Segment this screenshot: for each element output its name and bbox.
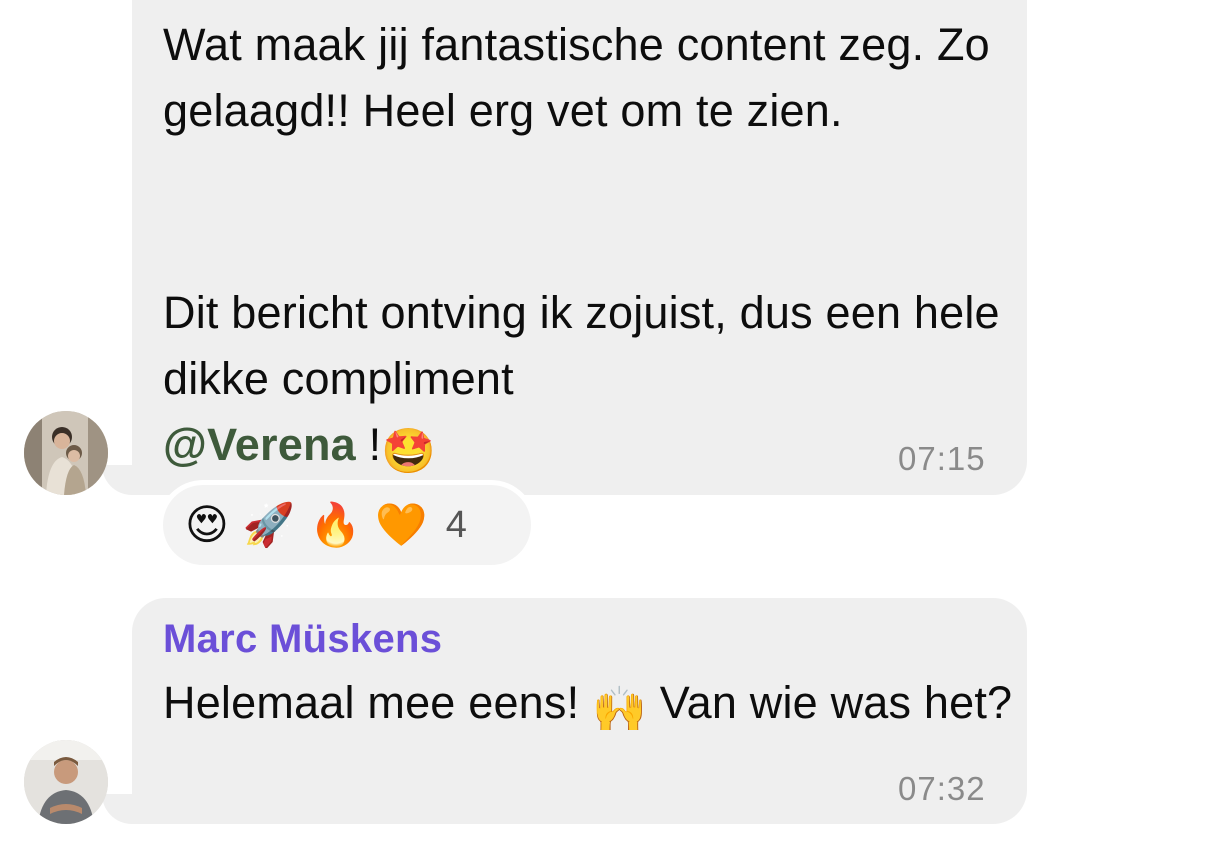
message-text: Helemaal mee eens! 🙌 Van wie was het? [163,670,1013,743]
message-timestamp: 07:32 [898,770,986,807]
orange-heart-reaction-icon[interactable]: 🧡 [375,504,427,546]
bubble-tail [102,794,132,824]
raising-hands-emoji-icon: 🙌 [592,685,648,734]
bubble-tail [102,465,132,495]
reactions-bar[interactable]: 😍 🚀 🔥 🧡 4 [163,485,531,565]
message-text: Wat maak jij fantastische content zeg. Z… [163,19,1003,136]
message-text: Dit bericht ontving ik zojuist, dus een … [163,280,1013,485]
star-struck-emoji-icon: 🤩 [381,427,437,476]
mention-link[interactable]: @Verena [163,419,356,470]
avatar[interactable] [24,411,108,495]
rocket-reaction-icon[interactable]: 🚀 [243,504,295,546]
sender-name[interactable]: Marc Müskens [163,617,442,662]
reaction-count: 4 [445,503,467,546]
message-timestamp: 07:15 [898,440,986,477]
fire-reaction-icon[interactable]: 🔥 [309,504,361,546]
avatar[interactable] [24,740,108,824]
heart-eyes-reaction-icon[interactable]: 😍 [185,504,229,546]
